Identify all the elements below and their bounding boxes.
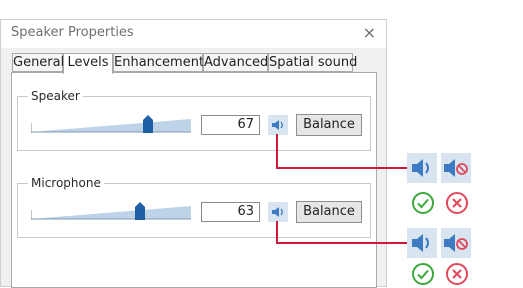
check-circle-icon bbox=[412, 192, 434, 214]
speaker-unmuted-icon bbox=[407, 153, 437, 183]
speaker-muted-icon bbox=[441, 228, 471, 258]
check-circle-icon bbox=[412, 263, 434, 285]
cancel-circle-icon bbox=[446, 263, 468, 285]
speaker-muted-icon bbox=[441, 153, 471, 183]
cancel-circle-icon bbox=[446, 192, 468, 214]
speaker-unmuted-icon bbox=[407, 228, 437, 258]
tab-levels[interactable]: Levels bbox=[63, 53, 113, 74]
